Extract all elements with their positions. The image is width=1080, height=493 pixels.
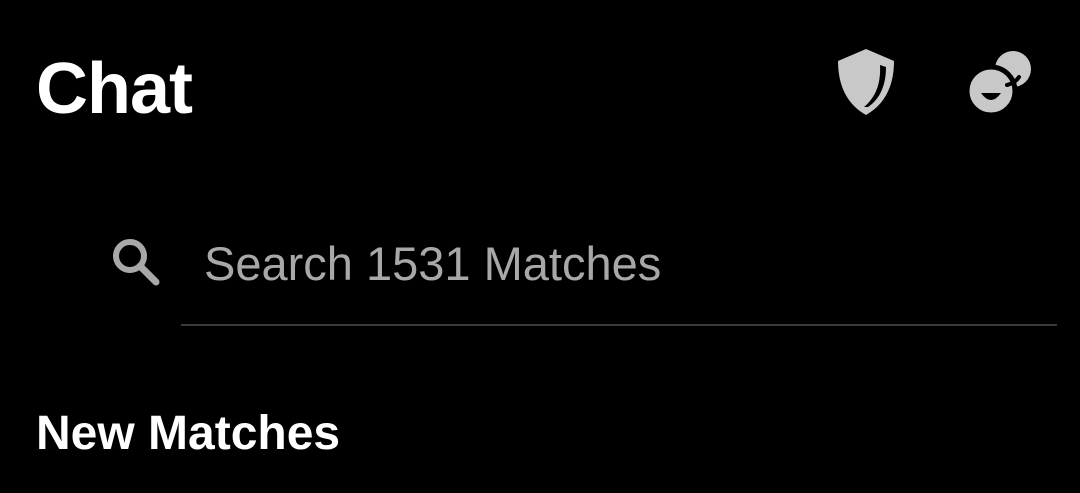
matches-bubble-icon bbox=[964, 51, 1031, 117]
new-matches-heading: New Matches bbox=[36, 407, 341, 460]
chat-header: Chat bbox=[0, 0, 1080, 180]
matches-button[interactable] bbox=[962, 44, 1038, 120]
shield-icon bbox=[838, 49, 894, 115]
safety-toolkit-button[interactable] bbox=[828, 44, 904, 120]
search-bar bbox=[0, 220, 1080, 330]
page-title: Chat bbox=[36, 49, 193, 129]
search-input[interactable] bbox=[182, 220, 1042, 306]
search-underline bbox=[181, 324, 1057, 326]
search-icon bbox=[113, 239, 160, 286]
